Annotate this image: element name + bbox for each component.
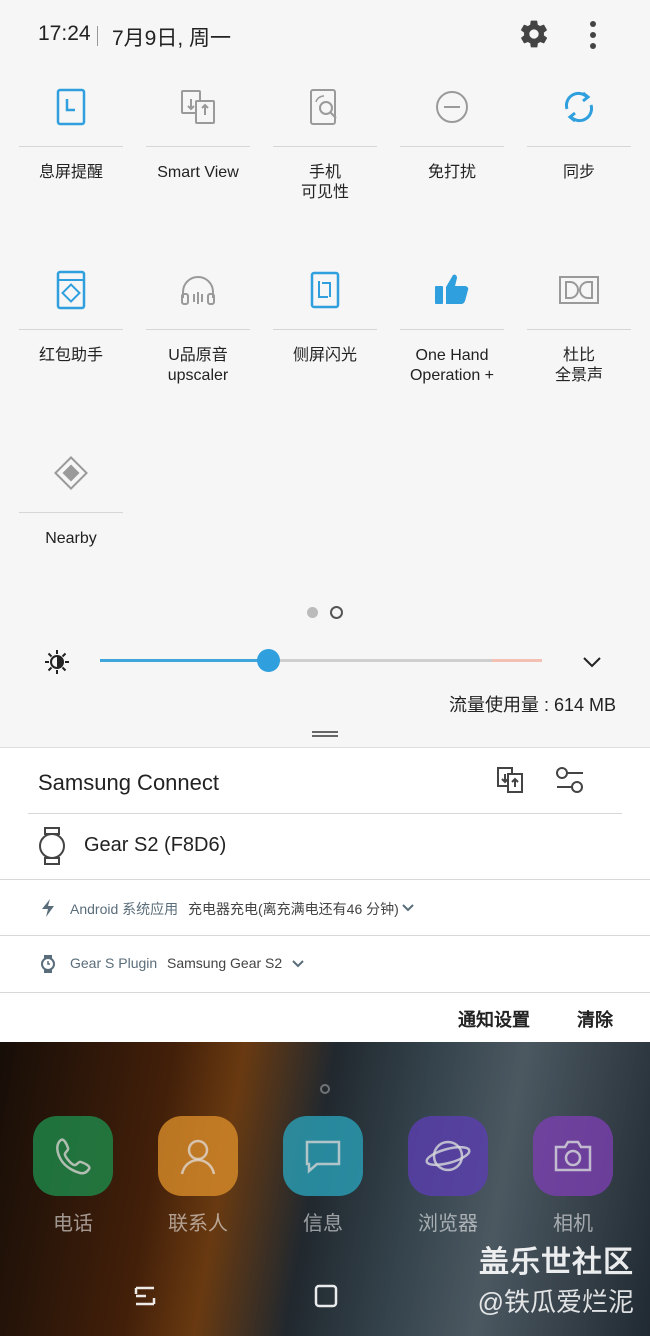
tile-label: U品原音 upscaler bbox=[167, 347, 229, 384]
dock-label: 信息 bbox=[303, 1213, 343, 1235]
lightning-icon bbox=[42, 899, 54, 917]
always-on-display-icon bbox=[19, 72, 123, 142]
brightness-icon bbox=[45, 650, 69, 674]
notification-settings-button[interactable]: 通知设置 bbox=[458, 1006, 530, 1032]
tile-label: 同步 bbox=[562, 164, 595, 181]
settings-toggle-icon[interactable] bbox=[555, 766, 585, 794]
brightness-warm-zone bbox=[492, 659, 542, 662]
tile-label: One Hand Operation + bbox=[409, 347, 495, 384]
dock-label: 电话 bbox=[53, 1213, 93, 1235]
notification-app-name: Gear S Plugin bbox=[70, 955, 158, 971]
chevron-down-icon[interactable] bbox=[400, 900, 416, 916]
dock-label: 联系人 bbox=[168, 1213, 228, 1235]
chevron-down-icon[interactable] bbox=[290, 956, 306, 972]
samsung-connect-title: Samsung Connect bbox=[38, 770, 219, 795]
brightness-slider[interactable] bbox=[100, 649, 542, 672]
headphones-icon bbox=[146, 255, 250, 325]
notification-footer: 通知设置 清除 bbox=[458, 1006, 613, 1032]
device-name: Gear S2 (F8D6) bbox=[84, 834, 227, 856]
watch-icon bbox=[41, 955, 55, 973]
browser-icon bbox=[425, 1140, 471, 1172]
gear-icon[interactable] bbox=[518, 18, 550, 50]
tile-label: 免打扰 bbox=[427, 164, 476, 181]
status-header: 17:24 7月9日, 周一 bbox=[0, 0, 650, 72]
sync-icon bbox=[527, 72, 631, 142]
recent-apps-icon[interactable] bbox=[132, 1284, 158, 1308]
dock-app-camera[interactable] bbox=[533, 1116, 613, 1196]
edge-lighting-icon bbox=[273, 255, 377, 325]
thumbs-up-icon bbox=[400, 255, 504, 325]
dock-label: 浏览器 bbox=[418, 1213, 478, 1235]
brightness-thumb[interactable] bbox=[256, 649, 280, 672]
red-envelope-icon bbox=[19, 255, 123, 325]
date: 7月9日, 周一 bbox=[112, 27, 232, 50]
smart-view-icon bbox=[146, 72, 250, 142]
tile-label: 红包助手 bbox=[38, 347, 103, 364]
phone-visibility-icon bbox=[273, 72, 377, 142]
page-indicator bbox=[307, 606, 343, 619]
camera-icon bbox=[554, 1140, 592, 1172]
data-usage-text: 流量使用量 : 614 MB bbox=[448, 695, 616, 715]
nearby-icon bbox=[19, 438, 123, 508]
tile-label: 手机 可见性 bbox=[300, 164, 349, 201]
screen-share-icon[interactable] bbox=[496, 766, 524, 794]
page-dot-2[interactable] bbox=[330, 606, 343, 619]
notification-charging[interactable]: Android 系统应用 充电器充电(离充满电还有46 分钟) bbox=[0, 880, 650, 936]
chevron-down-icon[interactable] bbox=[580, 650, 604, 674]
dolby-icon bbox=[527, 255, 631, 325]
phone-icon bbox=[56, 1138, 91, 1175]
tile-label: 息屏提醒 bbox=[38, 164, 103, 181]
do-not-disturb-icon bbox=[400, 72, 504, 142]
home-page-indicator bbox=[320, 1084, 330, 1094]
home-button-icon[interactable] bbox=[314, 1284, 338, 1308]
dock-app-messages[interactable] bbox=[283, 1116, 363, 1196]
connected-device-row[interactable]: Gear S2 (F8D6) bbox=[0, 814, 650, 878]
dock-app-phone[interactable] bbox=[33, 1116, 113, 1196]
clear-button[interactable]: 清除 bbox=[577, 1006, 613, 1032]
notification-text: Samsung Gear S2 bbox=[167, 955, 283, 971]
watermark-community: 盖乐世社区 bbox=[479, 1246, 634, 1279]
dock-app-browser[interactable] bbox=[408, 1116, 488, 1196]
tile-label: 杜比 全景声 bbox=[554, 347, 603, 384]
dock-label: 相机 bbox=[553, 1213, 593, 1235]
watermark-author: @铁瓜爱烂泥 bbox=[477, 1287, 634, 1317]
notification-gear-plugin[interactable]: Gear S Plugin Samsung Gear S2 bbox=[0, 936, 650, 992]
header-divider bbox=[97, 26, 98, 46]
notification-app-name: Android 系统应用 bbox=[70, 901, 179, 917]
dock-app-contacts[interactable] bbox=[158, 1116, 238, 1196]
smartwatch-icon bbox=[39, 827, 65, 865]
tile-label: Nearby bbox=[45, 530, 97, 547]
tile-label: 侧屏闪光 bbox=[292, 347, 357, 364]
notification-panel: Samsung Connect Gear S2 (F8D6) Android 系… bbox=[0, 747, 650, 1042]
home-screen-background: 电话 联系人 信息 浏览器 相机 盖乐世社区 @铁瓜爱烂泥 bbox=[0, 1042, 650, 1336]
clock: 17:24 bbox=[38, 22, 91, 45]
tile-label: Smart View bbox=[157, 164, 239, 181]
message-icon bbox=[305, 1140, 341, 1174]
more-options-icon[interactable] bbox=[580, 18, 606, 52]
page-dot-1[interactable] bbox=[307, 607, 318, 618]
brightness-fill bbox=[100, 659, 268, 662]
contact-icon bbox=[180, 1139, 216, 1175]
notification-text: 充电器充电(离充满电还有46 分钟) bbox=[188, 901, 399, 917]
drag-handle[interactable] bbox=[312, 731, 338, 737]
